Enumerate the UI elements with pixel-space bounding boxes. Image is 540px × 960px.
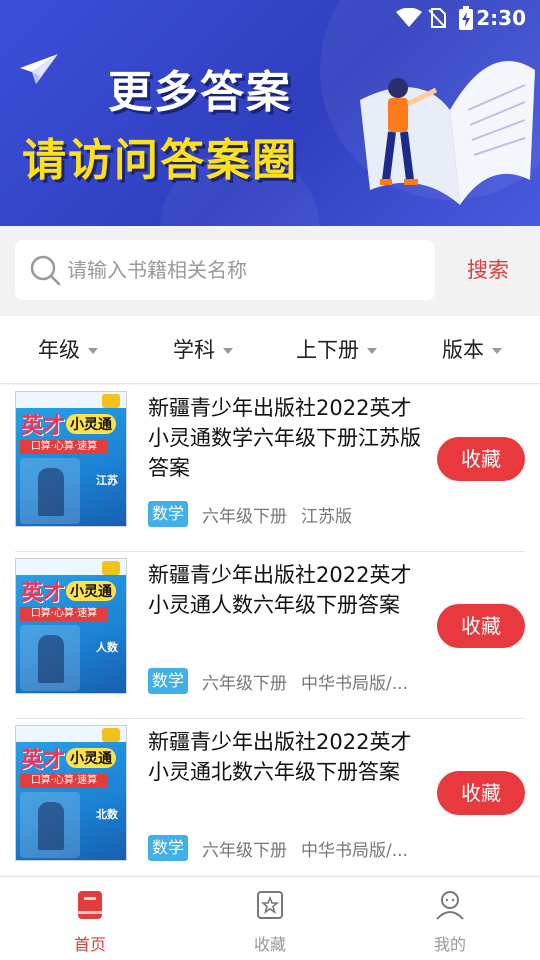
book-title: 新疆青少年出版社2022英才小灵通北数六年级下册答案 (148, 730, 412, 784)
cover-edition: 人数 (96, 641, 118, 654)
edition-text: 中华书局版/... (301, 840, 408, 861)
open-book-illustration (340, 30, 540, 214)
subject-tag: 数学 (148, 501, 189, 527)
cover-band: 口算·心算·速算 (20, 774, 108, 788)
edition-text: 江苏版 (301, 506, 353, 527)
banner-subheadline: 请访问答案圈 (22, 135, 298, 186)
nav-profile[interactable]: 我的 (360, 877, 540, 960)
cover-edition: 江苏 (96, 474, 118, 487)
favorite-button[interactable]: 收藏 (437, 437, 525, 481)
wifi-icon (396, 7, 422, 32)
caret-down-icon (367, 348, 377, 354)
cover-subtitle: 小灵通 (66, 748, 116, 768)
grade-text: 六年级下册 (202, 673, 288, 694)
star-box-icon (255, 889, 285, 921)
bottom-nav: 首页 收藏 我的 (0, 876, 540, 960)
cover-subtitle: 小灵通 (66, 414, 116, 434)
book-cover: 英才 小灵通 口算·心算·速算 江苏 (15, 391, 127, 527)
banner-headline: 更多答案 (108, 67, 292, 118)
filter-label: 上下册 (296, 338, 359, 362)
nav-label: 我的 (433, 935, 466, 954)
cover-title: 英才 (21, 414, 66, 439)
filter-label: 年级 (38, 338, 80, 362)
nav-label: 首页 (73, 935, 106, 954)
search-box[interactable] (15, 240, 435, 300)
search-bar: 搜索 (0, 226, 540, 316)
nav-label: 收藏 (253, 935, 286, 954)
search-icon (29, 254, 61, 290)
paper-plane-icon (18, 52, 60, 90)
cover-band: 口算·心算·速算 (20, 607, 108, 621)
search-input[interactable] (67, 248, 427, 292)
nav-home[interactable]: 首页 (0, 877, 180, 960)
cover-title: 英才 (21, 748, 66, 773)
list-item[interactable]: 英才 小灵通 口算·心算·速算 人数 新疆青少年出版社2022英才小灵通人数六年… (0, 552, 540, 719)
book-meta: 数学 六年级下册 江苏版 (148, 501, 418, 527)
edition-text: 中华书局版/... (301, 673, 408, 694)
cover-title: 英才 (21, 581, 66, 606)
book-meta: 数学 六年级下册 中华书局版/... (148, 835, 418, 861)
top-banner[interactable]: 2:30 更多答案 请访问答案圈 (0, 0, 540, 226)
book-meta: 数学 六年级下册 中华书局版/... (148, 668, 418, 694)
search-button[interactable]: 搜索 (448, 246, 528, 294)
book-icon (75, 889, 105, 921)
nav-favorites[interactable]: 收藏 (180, 877, 360, 960)
person-icon (435, 889, 465, 921)
cover-band: 口算·心算·速算 (20, 440, 108, 454)
filter-edition[interactable]: 版本 (442, 316, 502, 384)
grade-text: 六年级下册 (202, 506, 288, 527)
status-time: 2:30 (476, 6, 526, 30)
list-item[interactable]: 英才 小灵通 口算·心算·速算 江苏 新疆青少年出版社2022英才小灵通数学六年… (0, 385, 540, 552)
caret-down-icon (223, 348, 233, 354)
book-cover: 英才 小灵通 口算·心算·速算 北数 (15, 725, 127, 861)
no-sim-icon (428, 8, 446, 32)
book-list: 英才 小灵通 口算·心算·速算 江苏 新疆青少年出版社2022英才小灵通数学六年… (0, 385, 540, 875)
book-cover: 英才 小灵通 口算·心算·速算 人数 (15, 558, 127, 694)
subject-tag: 数学 (148, 835, 189, 861)
cover-subtitle: 小灵通 (66, 581, 116, 601)
caret-down-icon (88, 348, 98, 354)
filter-label: 学科 (173, 338, 215, 362)
favorite-button[interactable]: 收藏 (437, 604, 525, 648)
filter-bar: 年级 学科 上下册 版本 (0, 316, 540, 384)
filter-label: 版本 (442, 338, 484, 362)
list-item[interactable]: 英才 小灵通 口算·心算·速算 北数 新疆青少年出版社2022英才小灵通北数六年… (0, 719, 540, 886)
filter-grade[interactable]: 年级 (38, 316, 98, 384)
book-title: 新疆青少年出版社2022英才小灵通人数六年级下册答案 (148, 563, 412, 617)
filter-volume[interactable]: 上下册 (296, 316, 377, 384)
favorite-button[interactable]: 收藏 (437, 771, 525, 815)
book-title: 新疆青少年出版社2022英才小灵通数学六年级下册江苏版答案 (148, 396, 421, 480)
subject-tag: 数学 (148, 668, 189, 694)
cover-edition: 北数 (96, 808, 118, 821)
filter-subject[interactable]: 学科 (173, 316, 233, 384)
caret-down-icon (492, 348, 502, 354)
grade-text: 六年级下册 (202, 840, 288, 861)
